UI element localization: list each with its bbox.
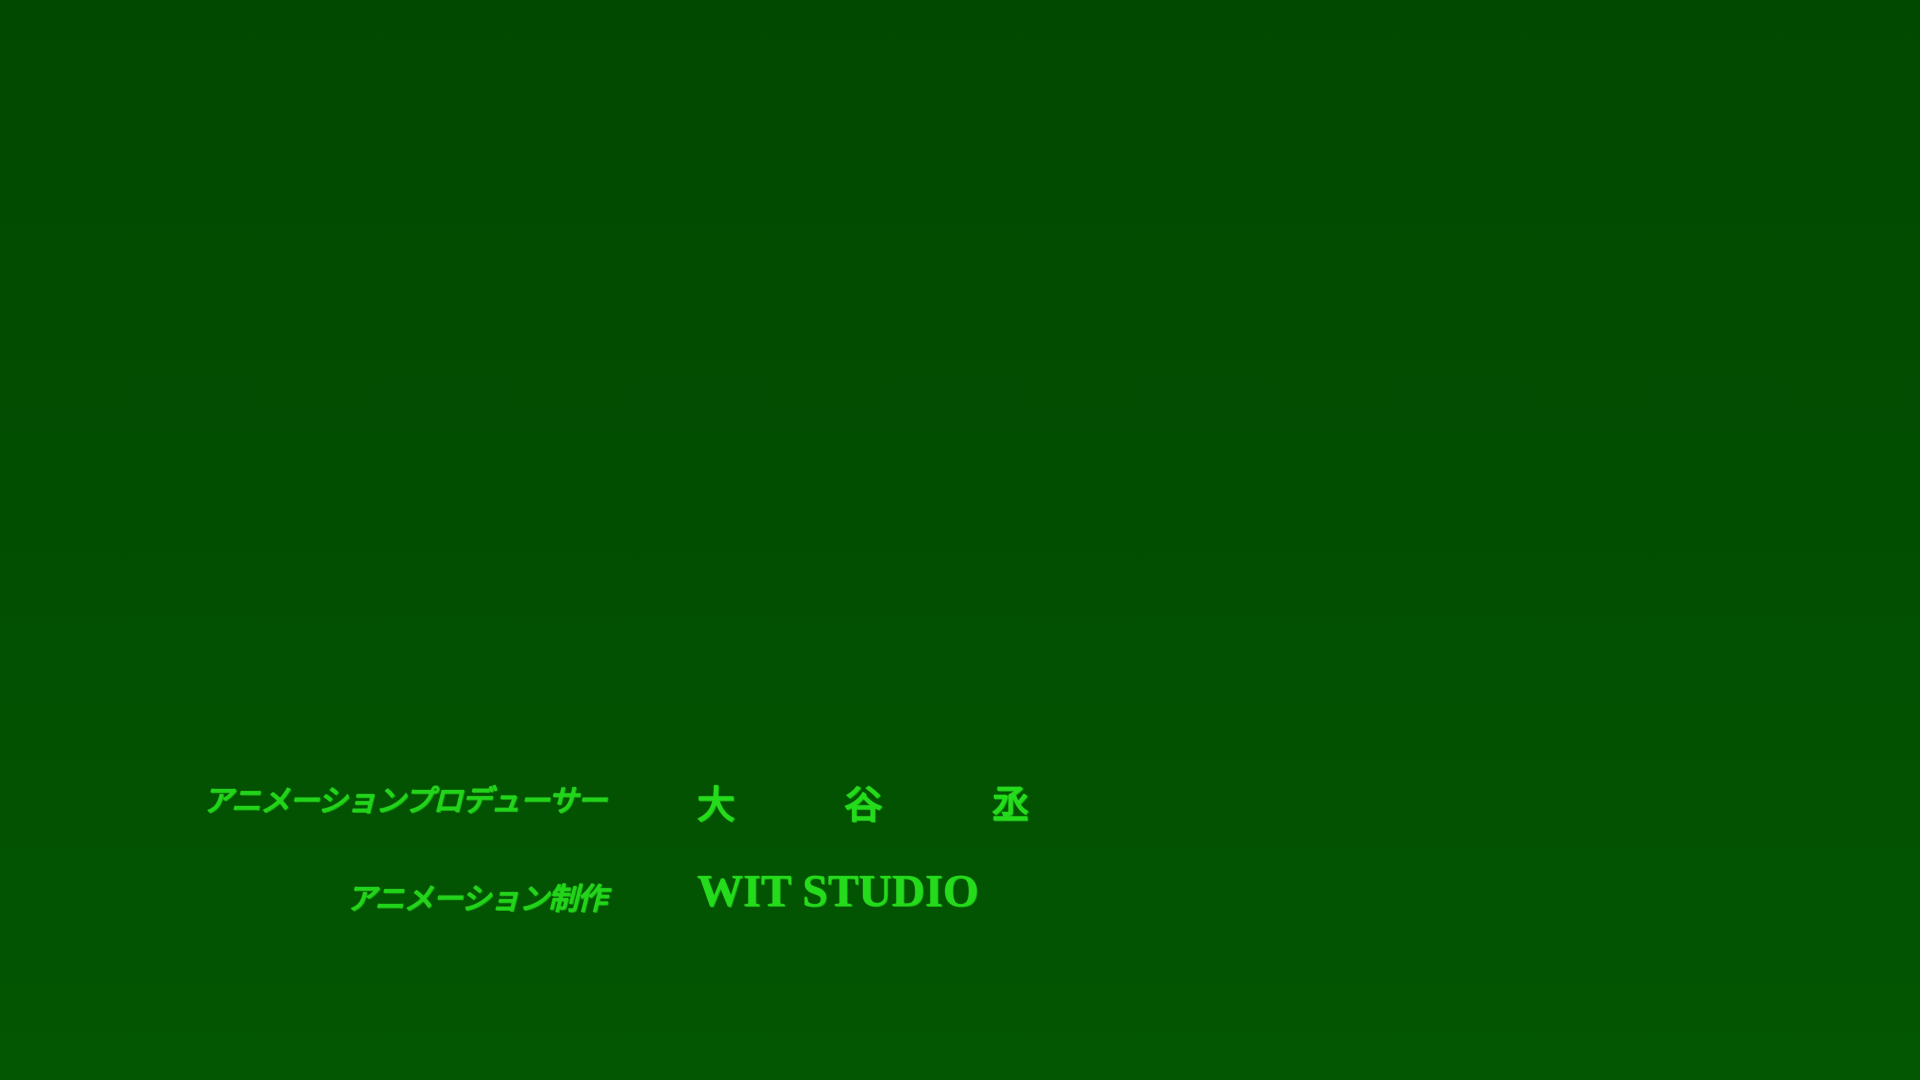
credit-name: WIT STUDIO xyxy=(697,865,979,916)
credit-row-animation-production: アニメーション制作 WIT STUDIO xyxy=(0,865,1920,928)
credit-role: アニメーション制作 xyxy=(346,882,607,917)
credit-role: アニメーションプロデューサー xyxy=(202,784,607,819)
credit-row-animation-producer: アニメーションプロデューサー 大 谷 丞 xyxy=(0,770,1920,830)
credit-name: 大 谷 丞 xyxy=(697,782,1048,827)
video-frame: アニメーションプロデューサー 大 谷 丞 アニメーション制作 WIT STUDI… xyxy=(0,0,1920,1080)
